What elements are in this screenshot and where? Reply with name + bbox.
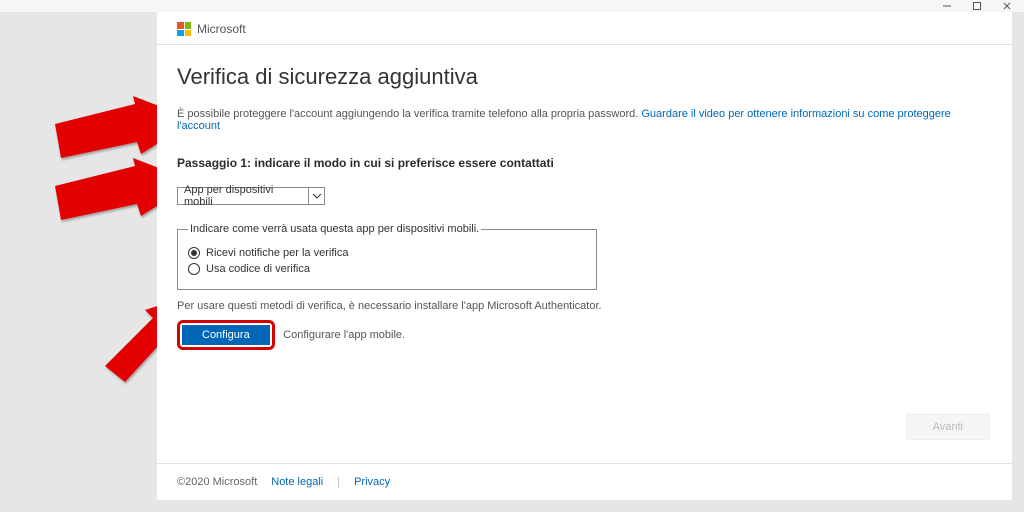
footer-separator: | — [337, 476, 340, 488]
radio-label: Usa codice di verifica — [206, 263, 310, 275]
footer-privacy-link[interactable]: Privacy — [354, 476, 390, 488]
window-minimize-icon[interactable] — [932, 0, 962, 12]
footer-legal-link[interactable]: Note legali — [271, 476, 323, 488]
brand-label: Microsoft — [197, 22, 246, 36]
window-close-icon[interactable] — [992, 0, 1022, 12]
intro-plain: È possibile proteggere l'account aggiung… — [177, 108, 641, 120]
configure-button[interactable]: Configura — [182, 325, 270, 345]
next-button[interactable]: Avanti — [906, 414, 990, 440]
radio-icon — [188, 263, 200, 275]
radio-option-code[interactable]: Usa codice di verifica — [188, 263, 586, 275]
radio-option-notifications[interactable]: Ricevi notifiche per la verifica — [188, 247, 586, 259]
app-usage-fieldset: Indicare come verrà usata questa app per… — [177, 223, 597, 290]
footer: ©2020 Microsoft Note legali | Privacy — [177, 476, 390, 488]
radio-icon — [188, 247, 200, 259]
authenticator-note: Per usare questi metodi di verifica, è n… — [177, 300, 992, 312]
header-divider — [157, 44, 1012, 45]
configure-hint: Configurare l'app mobile. — [283, 329, 405, 341]
intro-text: È possibile proteggere l'account aggiung… — [177, 108, 992, 132]
step1-heading: Passaggio 1: indicare il modo in cui si … — [177, 156, 992, 170]
microsoft-logo-icon — [177, 22, 191, 36]
configure-highlight: Configura — [177, 320, 275, 350]
contact-method-dropdown[interactable]: App per dispositivi mobili — [177, 187, 325, 205]
main-window: Microsoft Verifica di sicurezza aggiunti… — [157, 12, 1012, 500]
window-titlebar — [0, 0, 1024, 12]
chevron-down-icon — [308, 187, 324, 205]
dropdown-value: App per dispositivi mobili — [178, 184, 308, 208]
footer-divider — [157, 463, 1012, 464]
footer-copyright: ©2020 Microsoft — [177, 476, 257, 488]
window-maximize-icon[interactable] — [962, 0, 992, 12]
fieldset-legend: Indicare come verrà usata questa app per… — [188, 223, 481, 235]
brand-header: Microsoft — [177, 22, 246, 36]
radio-label: Ricevi notifiche per la verifica — [206, 247, 348, 259]
content-area: Verifica di sicurezza aggiuntiva È possi… — [177, 64, 992, 350]
page-title: Verifica di sicurezza aggiuntiva — [177, 64, 992, 90]
